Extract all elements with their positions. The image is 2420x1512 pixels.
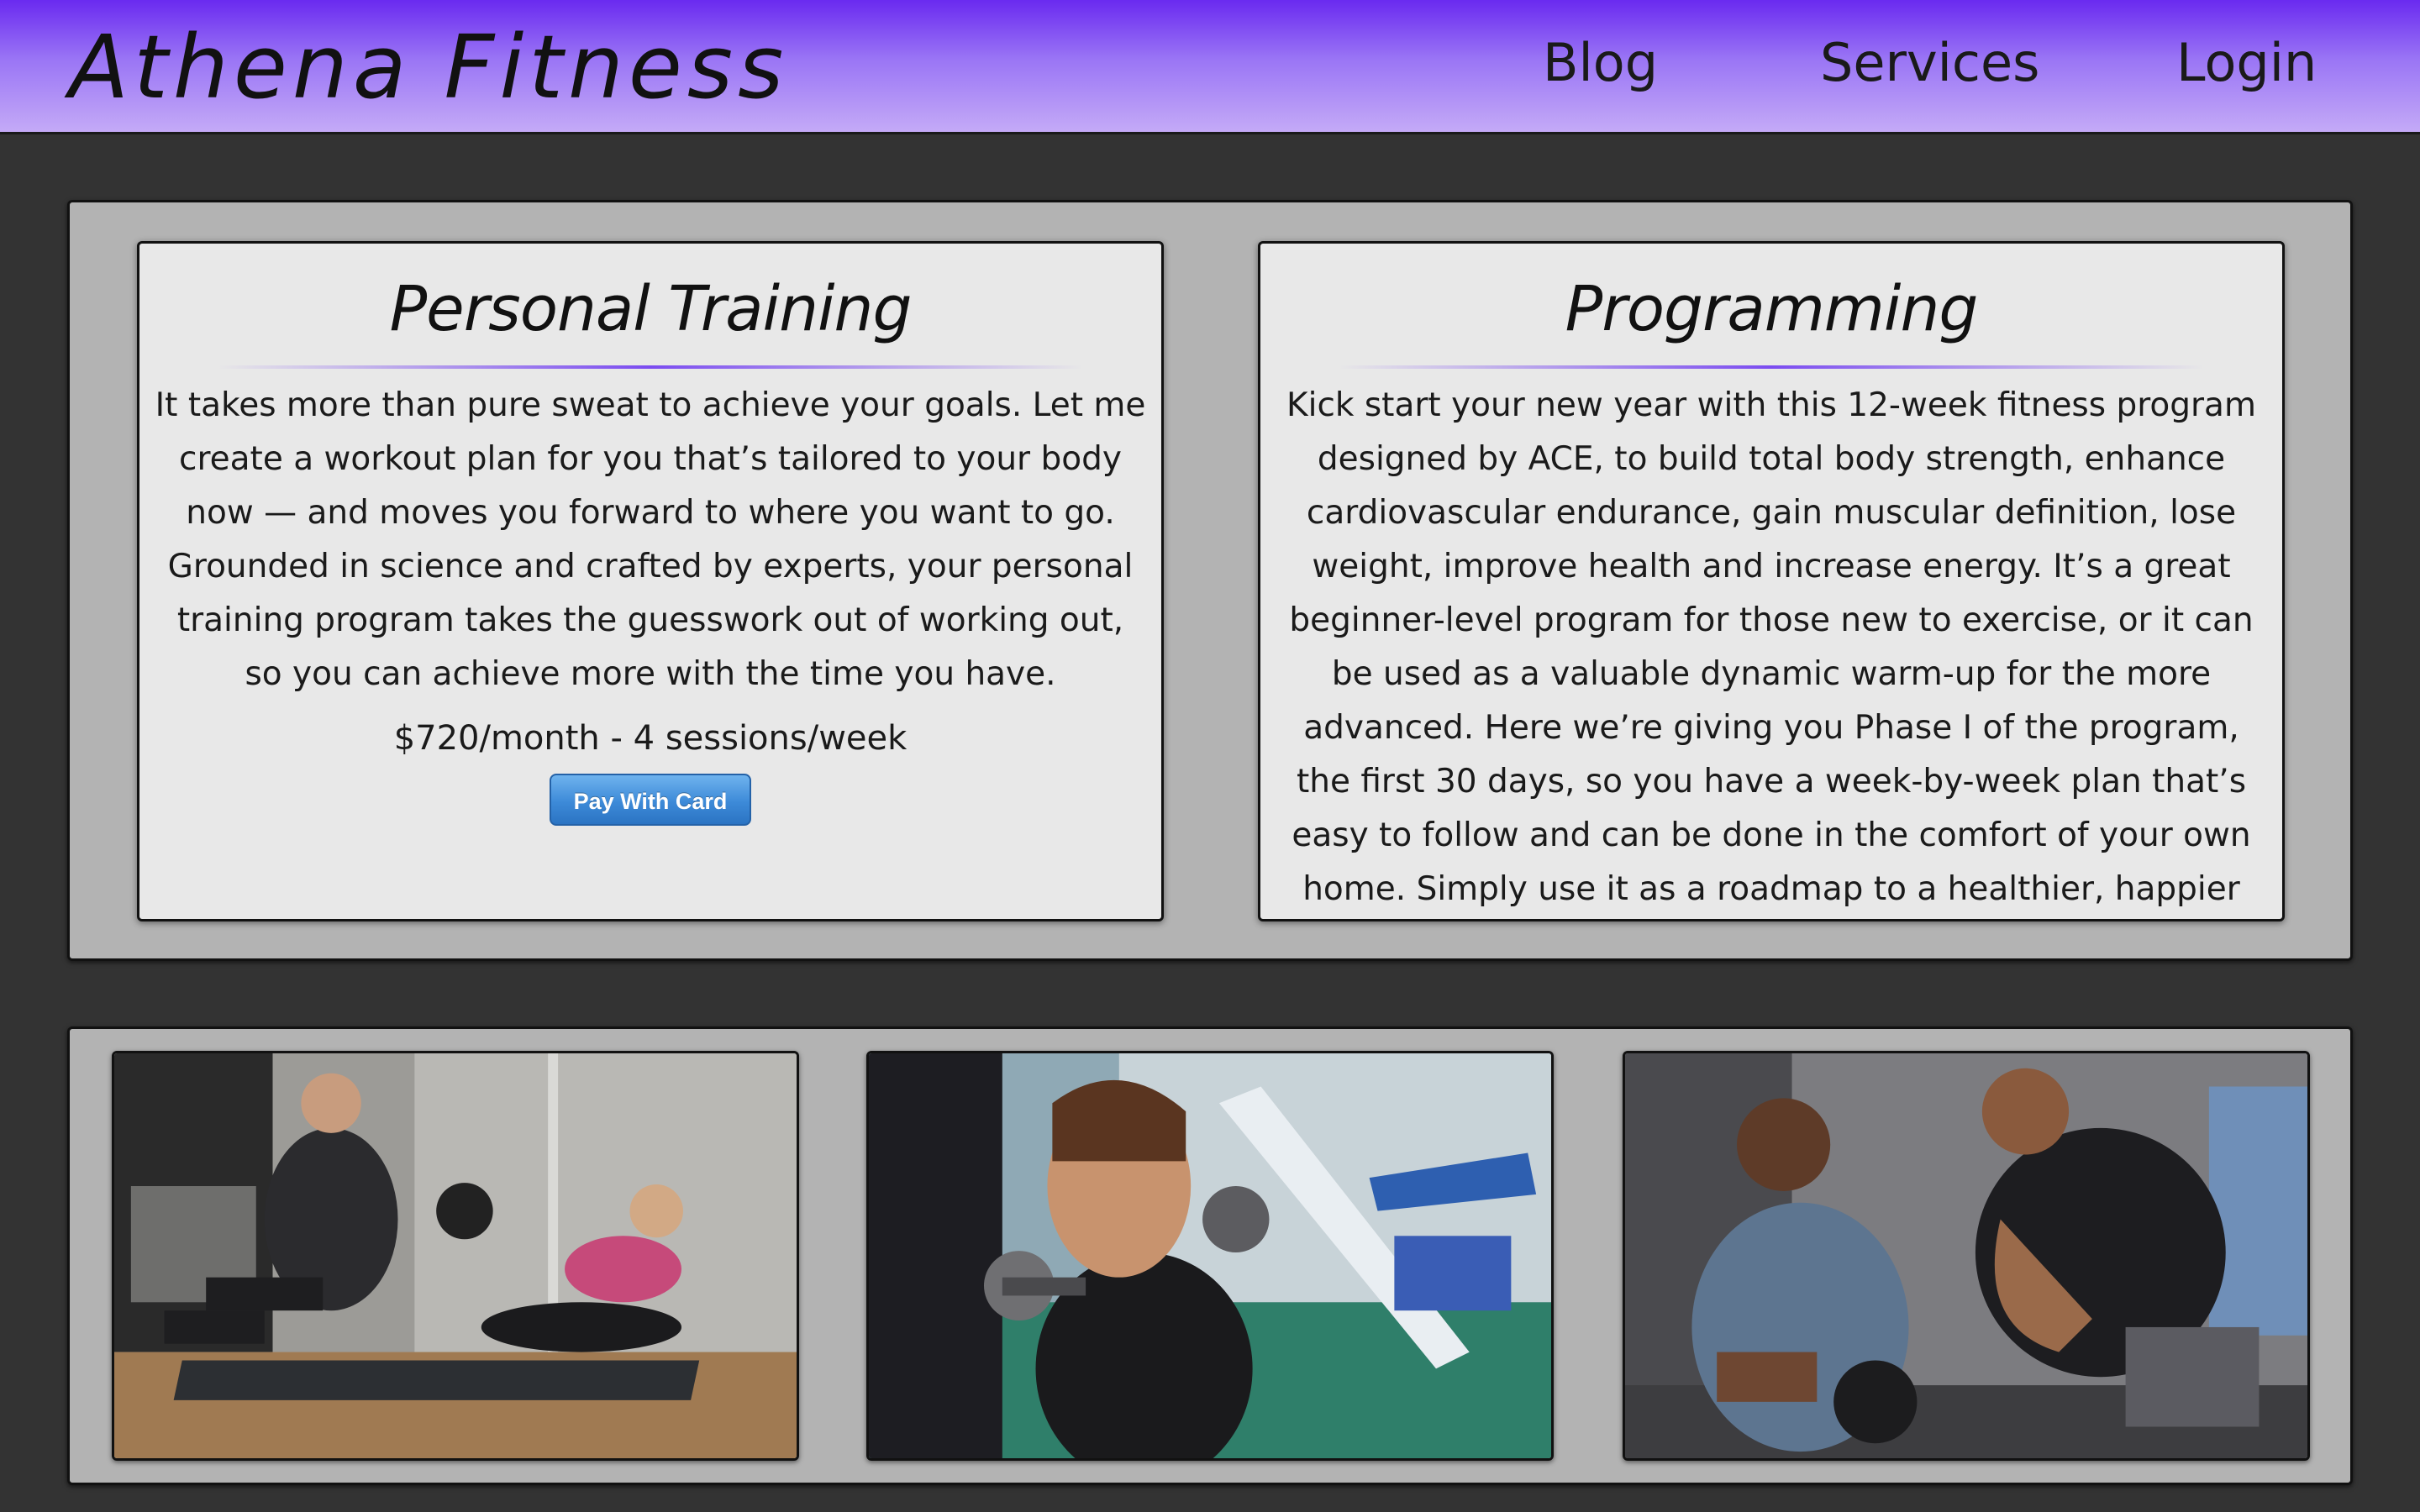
title-divider — [1339, 365, 2204, 369]
nav-link-login[interactable]: Login — [2176, 32, 2317, 94]
title-divider — [218, 365, 1083, 369]
core-training-image — [114, 1053, 797, 1458]
programming-title: Programming — [1565, 273, 1979, 345]
gallery-photo-dumbbell-training — [866, 1051, 1554, 1461]
pay-with-card-button[interactable]: Pay With Card — [550, 773, 751, 826]
personal-training-title: Personal Training — [389, 273, 913, 345]
top-navbar: Athena Fitness Blog Services Login — [0, 0, 2420, 134]
coaching-image — [1625, 1053, 2307, 1458]
services-panel: Personal Training It takes more than pur… — [67, 200, 2353, 961]
nav-link-services[interactable]: Services — [1820, 32, 2039, 94]
price-label: $720/month - 4 sessions/week — [393, 718, 908, 758]
dumbbell-training-image — [869, 1053, 1551, 1458]
programming-description: Kick start your new year with this 12-we… — [1286, 386, 2256, 908]
brand-logo[interactable]: Athena Fitness — [69, 15, 788, 120]
personal-training-card: Personal Training It takes more than pur… — [137, 241, 1164, 921]
programming-card: Programming Kick start your new year wit… — [1258, 241, 2285, 921]
nav-link-blog[interactable]: Blog — [1543, 32, 1658, 94]
photo-gallery-panel — [67, 1026, 2353, 1485]
gallery-photo-coaching — [1623, 1051, 2310, 1461]
personal-training-description: It takes more than pure sweat to achieve… — [155, 386, 1146, 693]
gallery-photo-core-training — [112, 1051, 799, 1461]
